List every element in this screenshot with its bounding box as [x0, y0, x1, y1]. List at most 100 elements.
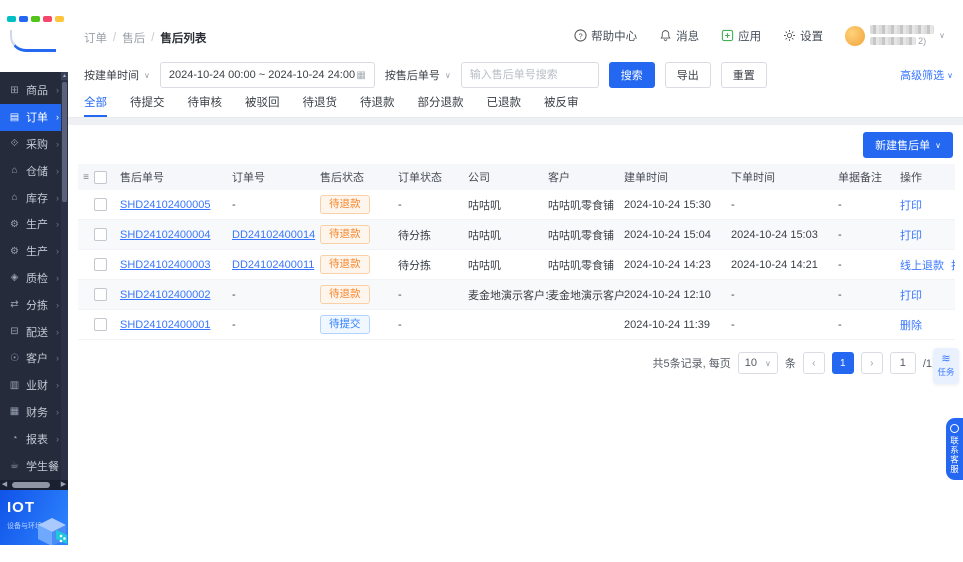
sidebar-item[interactable]: ⌂ 库存 ›: [0, 184, 68, 211]
tab-3[interactable]: 被驳回: [245, 94, 280, 117]
scroll-up-icon[interactable]: ▲: [61, 72, 68, 80]
search-button[interactable]: 搜索: [608, 62, 655, 88]
page-1-button[interactable]: 1: [831, 352, 854, 374]
prev-page-button[interactable]: ‹: [802, 352, 825, 374]
tab-0[interactable]: 全部: [84, 94, 107, 117]
topbar-actions: ? 帮助中心 消息 应用 设置 2) ∨: [574, 25, 945, 46]
breadcrumb-orders[interactable]: 订单: [84, 30, 107, 46]
advanced-filter-toggle[interactable]: 高级筛选 ∨: [900, 67, 953, 83]
search-field-select[interactable]: 按售后单号 ∨: [385, 67, 451, 83]
order-no-link[interactable]: DD24102400014: [232, 229, 315, 241]
cell-order-no: DD24102400014: [232, 229, 320, 241]
action-link[interactable]: 打印: [900, 200, 922, 212]
chevron-right-icon: ›: [56, 406, 59, 417]
row-checkbox[interactable]: [94, 258, 107, 271]
sidebar-item[interactable]: ▤ 订单 ›: [0, 103, 68, 131]
sidebar-item[interactable]: ⚙ 生产 ›: [0, 211, 68, 238]
action-link[interactable]: 线上退款: [900, 260, 944, 272]
breadcrumb-after-sale[interactable]: 售后: [122, 30, 145, 46]
sorting-icon: ⇄: [10, 299, 19, 311]
page-jump-input[interactable]: [889, 352, 916, 374]
after-sale-no-link[interactable]: SHD24102400005: [120, 199, 211, 211]
cell-order-status: -: [398, 288, 402, 301]
sidebar-item[interactable]: ⊞ 商品 ›: [0, 77, 68, 104]
tab-2[interactable]: 待审核: [188, 94, 223, 117]
next-page-button[interactable]: ›: [860, 352, 883, 374]
expand-rows-icon[interactable]: ≡: [78, 172, 94, 183]
table-row: SHD24102400001 - 待提交 - 2024-10-24 11:39 …: [78, 310, 955, 340]
sidebar-menu: ⊞ 商品 › ▤ 订单 › ⟐ 采购 › ⌂ 仓储 › ⌂ 库存 › ⚙ 生产 …: [0, 72, 68, 480]
date-range-input[interactable]: 2024-10-24 00:00 ~ 2024-10-24 24:00 ▦: [159, 62, 375, 88]
action-link[interactable]: 打印: [900, 290, 922, 302]
sidebar-item[interactable]: ⚙ 生产 ›: [0, 238, 68, 265]
after-sale-no-link[interactable]: SHD24102400003: [120, 259, 211, 271]
time-field-select[interactable]: 按建单时间 ∨: [84, 67, 150, 83]
page-size-select[interactable]: 10 ∨: [737, 352, 778, 374]
help-center-button[interactable]: ? 帮助中心: [574, 28, 637, 44]
cell-actions: 线上退款打印: [900, 257, 955, 273]
chevron-right-icon: ›: [56, 380, 59, 391]
help-icon: ?: [574, 29, 587, 42]
apps-button[interactable]: 应用: [721, 28, 761, 44]
reset-button[interactable]: 重置: [720, 62, 767, 88]
row-checkbox[interactable]: [94, 198, 107, 211]
horizontal-scrollbar-thumb[interactable]: [12, 482, 50, 488]
sidebar-item[interactable]: ▥ 业财 ›: [0, 372, 68, 399]
sidebar-item-label: 财务: [26, 406, 48, 419]
action-link[interactable]: 打印: [900, 230, 922, 242]
chevron-down-icon: ∨: [935, 140, 941, 150]
settings-label: 设置: [800, 30, 824, 43]
cell-customer: 麦金地演示客户: [548, 289, 624, 302]
sidebar-item[interactable]: ◔ 报表 ›: [0, 425, 68, 452]
after-sale-no-link[interactable]: SHD24102400004: [120, 229, 211, 241]
row-checkbox[interactable]: [94, 228, 107, 241]
sidebar-item[interactable]: ☕ 学生餐 ›: [0, 452, 68, 479]
cell-company: 麦金地演示客户1: [468, 289, 548, 302]
sidebar-item[interactable]: ⌂ 仓储 ›: [0, 157, 68, 184]
order-no-link[interactable]: DD24102400011: [232, 259, 314, 271]
unit-label: 条: [784, 358, 796, 370]
tab-8[interactable]: 被反审: [544, 94, 579, 117]
task-label: 任务: [937, 367, 955, 377]
create-after-sale-button[interactable]: 新建售后单 ∨: [863, 132, 953, 158]
search-input[interactable]: [460, 62, 599, 88]
action-link[interactable]: 打印: [951, 260, 955, 272]
sidebar-horizontal-scrollbar[interactable]: ◀ ▶: [0, 480, 68, 490]
after-sale-no-link[interactable]: SHD24102400001: [120, 319, 211, 331]
sidebar-item[interactable]: ▦ 财务 ›: [0, 399, 68, 426]
cell-order-status: -: [398, 318, 402, 331]
sidebar-vertical-scrollbar[interactable]: ▲: [61, 72, 68, 480]
after-sale-no-link[interactable]: SHD24102400002: [120, 289, 211, 301]
messages-button[interactable]: 消息: [659, 28, 699, 44]
tab-6[interactable]: 部分退款: [418, 94, 464, 117]
sidebar-item[interactable]: ⟐ 采购 ›: [0, 131, 68, 158]
select-all-checkbox[interactable]: [94, 170, 107, 184]
column-header: 订单状态: [398, 172, 442, 184]
sidebar-item[interactable]: ⇄ 分拣 ›: [0, 291, 68, 318]
contact-service-button[interactable]: 联系客服: [946, 418, 963, 480]
scroll-left-icon[interactable]: ◀: [0, 480, 9, 490]
tab-7[interactable]: 已退款: [487, 94, 522, 117]
chevron-down-icon: ∨: [947, 70, 953, 80]
iot-banner[interactable]: IOT 设备与环境: [0, 490, 68, 545]
cell-order-status: 待分拣: [398, 259, 431, 272]
vertical-scrollbar-thumb[interactable]: [62, 82, 67, 202]
cell-remark: -: [838, 318, 842, 331]
task-float-button[interactable]: ≋ 任务: [933, 348, 959, 384]
sidebar-item[interactable]: ⊟ 配送 ›: [0, 318, 68, 345]
action-link[interactable]: 删除: [900, 320, 922, 332]
export-button[interactable]: 导出: [664, 62, 711, 88]
scroll-right-icon[interactable]: ▶: [59, 480, 68, 490]
tab-4[interactable]: 待退货: [303, 94, 338, 117]
sidebar-item[interactable]: ☉ 客户 ›: [0, 345, 68, 372]
settings-button[interactable]: 设置: [783, 28, 823, 44]
user-menu[interactable]: 2) ∨: [845, 25, 945, 46]
cell-created-time: 2024-10-24 12:10: [624, 288, 711, 301]
tab-5[interactable]: 待退款: [360, 94, 395, 117]
status-badge: 待退款: [320, 285, 370, 304]
cell-after-sale-no: SHD24102400001: [120, 319, 232, 331]
row-checkbox[interactable]: [94, 288, 107, 301]
row-checkbox[interactable]: [94, 318, 107, 331]
tab-1[interactable]: 待提交: [130, 94, 165, 117]
sidebar-item[interactable]: ◈ 质检 ›: [0, 265, 68, 292]
